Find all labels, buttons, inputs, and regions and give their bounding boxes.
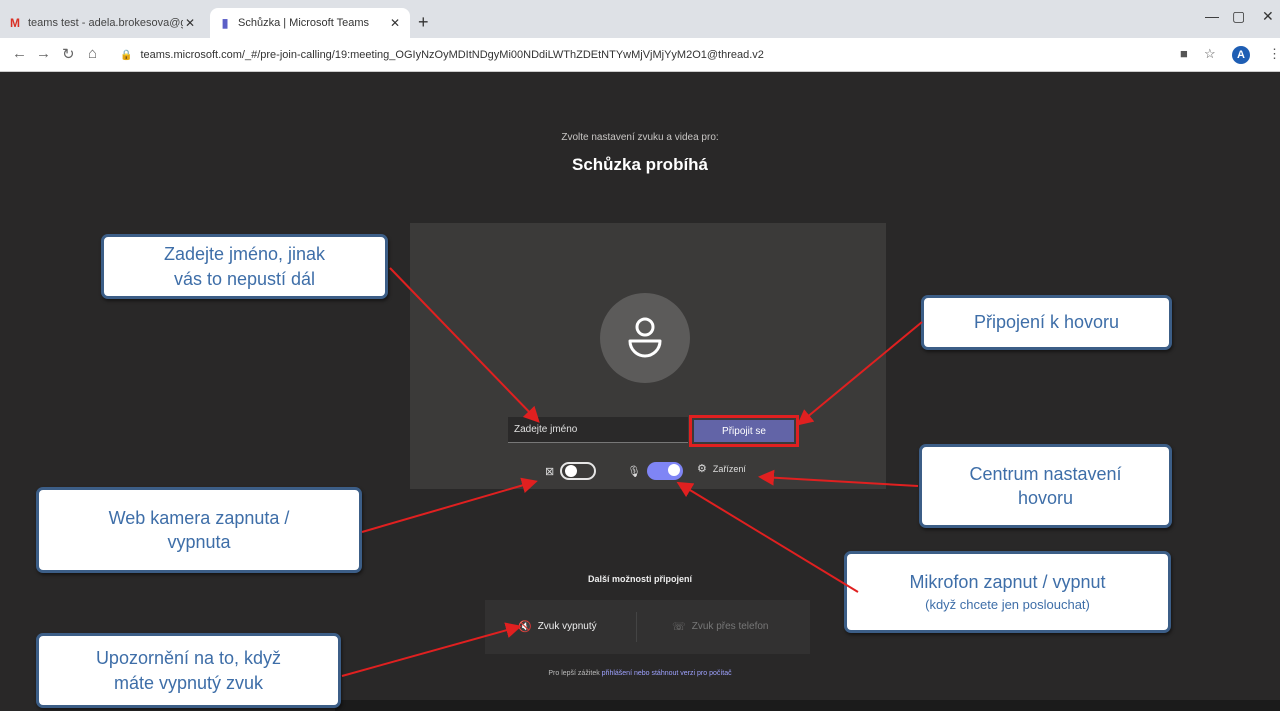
arrow-to-camera-toggle (361, 477, 538, 533)
arrow-to-settings (758, 469, 919, 487)
annotation-arrows (341, 267, 923, 677)
arrow-to-mic-toggle (676, 481, 859, 593)
arrow-to-join-button (796, 321, 923, 426)
arrow-to-audio-off (341, 622, 522, 677)
arrow-to-name-input (389, 267, 540, 423)
